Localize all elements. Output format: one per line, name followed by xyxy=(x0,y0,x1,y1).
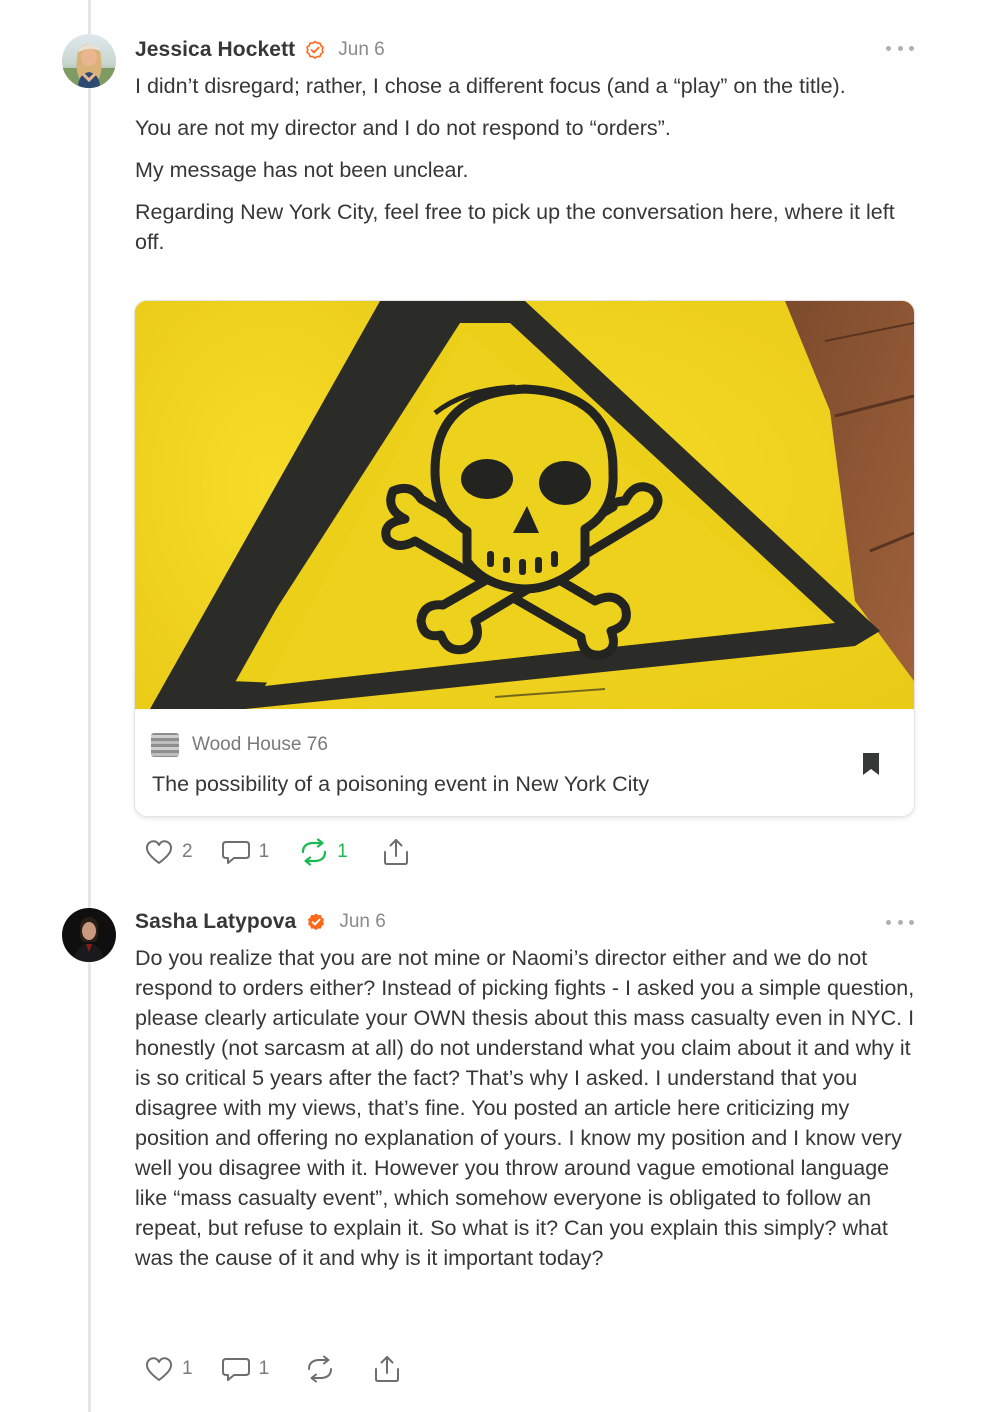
comment-paragraph: I didn’t disregard; rather, I chose a di… xyxy=(135,74,846,98)
share-icon xyxy=(375,1356,400,1382)
restack-button[interactable]: 1 xyxy=(299,838,348,866)
heart-icon xyxy=(145,1357,173,1381)
publication-logo xyxy=(151,733,179,757)
reply-button[interactable]: 1 xyxy=(221,838,270,866)
reply-count: 1 xyxy=(258,841,270,862)
comment-body: Do you realize that you are not mine or … xyxy=(135,943,920,1285)
restack-button[interactable] xyxy=(305,1355,335,1383)
reply-button[interactable]: 1 xyxy=(221,1355,270,1383)
restack-icon xyxy=(308,1355,333,1383)
like-count: 2 xyxy=(182,841,193,862)
share-button[interactable] xyxy=(382,837,410,867)
more-options-icon[interactable] xyxy=(886,42,914,54)
restack-icon xyxy=(302,838,327,866)
comment-paragraph: My message has not been unclear. xyxy=(135,158,469,182)
comment-date[interactable]: Jun 6 xyxy=(338,39,384,61)
reply-count: 1 xyxy=(258,1358,270,1379)
comment-actions: 1 1 xyxy=(144,1352,401,1386)
comment-header: Jessica Hockett Jun 6 xyxy=(135,35,385,65)
share-icon xyxy=(383,839,408,865)
skull-crossbones-warning-image xyxy=(135,301,914,709)
comment-paragraph: Regarding New York City, feel free to pi… xyxy=(135,200,895,254)
comment-actions: 2 1 1 xyxy=(144,835,410,869)
embed-footer: Wood House 76 The possibility of a poiso… xyxy=(135,709,914,816)
avatar[interactable] xyxy=(62,908,116,962)
comment-paragraph: Do you realize that you are not mine or … xyxy=(135,946,915,1270)
post-title[interactable]: The possibility of a poisoning event in … xyxy=(152,770,649,798)
comment-body: I didn’t disregard; rather, I chose a di… xyxy=(135,71,920,269)
publication-name[interactable]: Wood House 76 xyxy=(192,733,328,757)
comment-paragraph: You are not my director and I do not res… xyxy=(135,116,671,140)
comment-bubble-icon xyxy=(221,1358,250,1381)
post-embed-card[interactable]: Wood House 76 The possibility of a poiso… xyxy=(135,301,914,816)
comment-bubble-icon xyxy=(221,841,250,864)
like-button[interactable]: 1 xyxy=(144,1355,193,1383)
verified-filled-icon xyxy=(306,912,326,932)
avatar[interactable] xyxy=(62,34,116,88)
comment-date[interactable]: Jun 6 xyxy=(339,911,385,933)
more-options-icon[interactable] xyxy=(886,916,914,928)
bookmark-icon[interactable] xyxy=(861,752,881,776)
thread-line xyxy=(88,0,91,1412)
restack-count: 1 xyxy=(337,841,348,862)
share-button[interactable] xyxy=(373,1354,401,1384)
verified-outline-icon xyxy=(305,40,325,60)
like-button[interactable]: 2 xyxy=(144,838,193,866)
heart-icon xyxy=(145,840,173,864)
like-count: 1 xyxy=(182,1358,193,1379)
author-name[interactable]: Jessica Hockett xyxy=(135,38,295,62)
comment-header: Sasha Latypova Jun 6 xyxy=(135,907,386,937)
author-name[interactable]: Sasha Latypova xyxy=(135,910,296,934)
